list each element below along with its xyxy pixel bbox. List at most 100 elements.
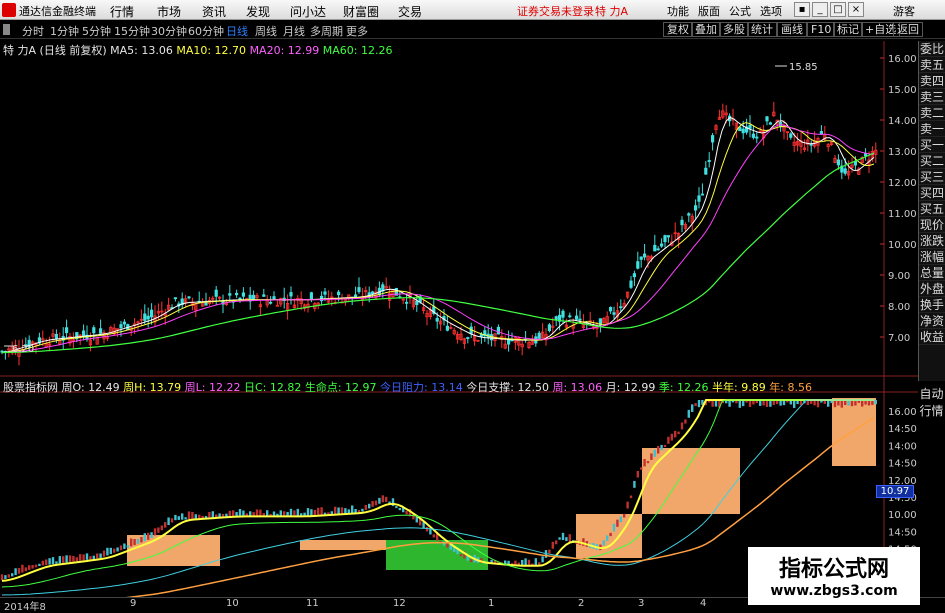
indicator-candle xyxy=(68,555,72,562)
auto-label[interactable]: 自动 xyxy=(918,385,945,402)
indicator-candle xyxy=(150,532,153,538)
indicator-candle xyxy=(351,505,354,514)
candle-body xyxy=(575,315,579,320)
watermark-title: 指标公式网 xyxy=(778,557,889,582)
side-panel-item-8[interactable]: 买三 xyxy=(919,169,945,185)
sub-axis-label: 14:00 xyxy=(888,441,917,452)
candle-body xyxy=(214,289,218,297)
indicator-value-2: 周L: 12.22 xyxy=(181,381,241,394)
indicator-value-3: 日C: 12.82 xyxy=(240,381,302,394)
side-panel-item-7[interactable]: 买二 xyxy=(919,153,945,169)
indicator-candle xyxy=(198,514,201,519)
indicator-candle xyxy=(82,554,85,561)
price-axis-label: 8.00 xyxy=(888,302,910,313)
candle-body xyxy=(92,327,96,334)
indicator-candle xyxy=(119,545,123,551)
indicator-value-5: 今日阻力: 13.14 xyxy=(376,381,463,394)
candle-body xyxy=(632,273,637,278)
quote-label[interactable]: 行情 xyxy=(918,402,945,419)
indicator-candle xyxy=(374,500,378,506)
candle-body xyxy=(707,160,711,162)
side-panel-item-9[interactable]: 买四 xyxy=(919,185,945,201)
indicator-candle xyxy=(548,549,551,554)
candlestick-chart[interactable]: 16.00 15.00 14.00 13.00 12.00 11.00 10.00 9.00 8… xyxy=(0,0,945,609)
candle-body xyxy=(636,261,640,269)
indicator-candle xyxy=(65,555,68,563)
side-panel-item-10[interactable]: 买五 xyxy=(919,201,945,217)
indicator-candle xyxy=(296,508,299,517)
indicator-candle xyxy=(58,556,61,564)
side-panel-item-0[interactable]: 委比 xyxy=(919,41,945,57)
indicator-candle xyxy=(153,528,157,536)
side-panel-item-3[interactable]: 卖三 xyxy=(919,89,945,105)
indicator-candle xyxy=(38,563,41,567)
candle-body xyxy=(122,321,126,325)
side-panel-item-18[interactable]: 收益 xyxy=(919,329,945,345)
price-axis-label: 13.00 xyxy=(888,147,917,158)
indicator-candle xyxy=(612,523,616,532)
side-panel-item-2[interactable]: 卖四 xyxy=(919,73,945,89)
side-panel-item-11[interactable]: 现价 xyxy=(919,217,945,233)
ma60-line xyxy=(2,152,875,354)
indicator-candle xyxy=(225,513,228,517)
indicator-candle xyxy=(191,511,194,519)
candle-body xyxy=(234,292,239,296)
candle-body xyxy=(357,287,361,293)
indicator-candle xyxy=(96,553,99,559)
indicator-candle xyxy=(170,518,174,523)
indicator-value-4: 生命点: 12.97 xyxy=(301,381,377,394)
indicator-candle xyxy=(398,507,401,511)
candle-body xyxy=(751,133,756,138)
indicator-candle xyxy=(238,509,242,517)
indicator-candle xyxy=(51,557,55,565)
side-panel-item-6[interactable]: 买一 xyxy=(919,137,945,153)
side-panel-item-17[interactable]: 净资 xyxy=(919,313,945,329)
indicator-title: 股票指标网 周O: 12.49 周H: 13.79 周L: 12.22 日C: … xyxy=(3,379,812,394)
candle-body xyxy=(755,136,759,139)
side-panel-item-15[interactable]: 外盘 xyxy=(919,281,945,297)
candle-body xyxy=(466,337,470,339)
candle-body xyxy=(836,159,841,166)
date-tick-8: 4 xyxy=(700,598,707,609)
indicator-candle xyxy=(184,517,187,520)
candle-body xyxy=(561,310,565,318)
indicator-candle xyxy=(582,538,585,546)
indicator-value-0: 周O: 12.49 xyxy=(61,381,120,394)
sub-axis-label: 16.00 xyxy=(888,407,917,418)
indicator-candle xyxy=(181,513,184,520)
candle-body xyxy=(323,291,327,295)
side-panel-item-1[interactable]: 卖五 xyxy=(919,57,945,73)
date-tick-6: 2 xyxy=(578,598,585,609)
indicator-candle xyxy=(306,508,310,516)
candle-body xyxy=(415,300,419,306)
candle-body xyxy=(272,296,276,300)
side-panel-item-5[interactable]: 卖一 xyxy=(919,121,945,137)
indicator-candle xyxy=(167,517,170,526)
indicator-candle xyxy=(555,540,558,545)
indicator-candle xyxy=(643,459,646,467)
price-axis-label: 15.00 xyxy=(888,85,917,96)
indicator-candle xyxy=(640,467,643,470)
side-panel-item-14[interactable]: 总量 xyxy=(919,265,945,281)
indicator-candle xyxy=(109,547,112,555)
side-panel-item-12[interactable]: 涨跌 xyxy=(919,233,945,249)
indicator-candle xyxy=(99,553,102,558)
candle-body xyxy=(765,116,769,122)
watermark-url: www.zbgs3.com xyxy=(770,583,898,599)
candle-body xyxy=(262,294,266,297)
side-panel-item-13[interactable]: 涨幅 xyxy=(919,249,945,265)
candle-body xyxy=(65,327,69,334)
sub-axis-label: 14:50 xyxy=(888,459,917,470)
indicator-candle xyxy=(793,400,796,408)
candle-body xyxy=(704,167,708,175)
indicator-candle xyxy=(157,527,160,533)
indicator-candle xyxy=(14,568,17,576)
date-tick-1: 9 xyxy=(130,598,137,609)
indicator-candle xyxy=(113,548,116,553)
side-panel-item-4[interactable]: 卖二 xyxy=(919,105,945,121)
side-panel-item-16[interactable]: 换手 xyxy=(919,297,945,313)
candle-body xyxy=(289,292,293,297)
indicator-candle xyxy=(79,554,82,561)
candle-body xyxy=(864,153,868,157)
candle-body xyxy=(445,325,450,331)
